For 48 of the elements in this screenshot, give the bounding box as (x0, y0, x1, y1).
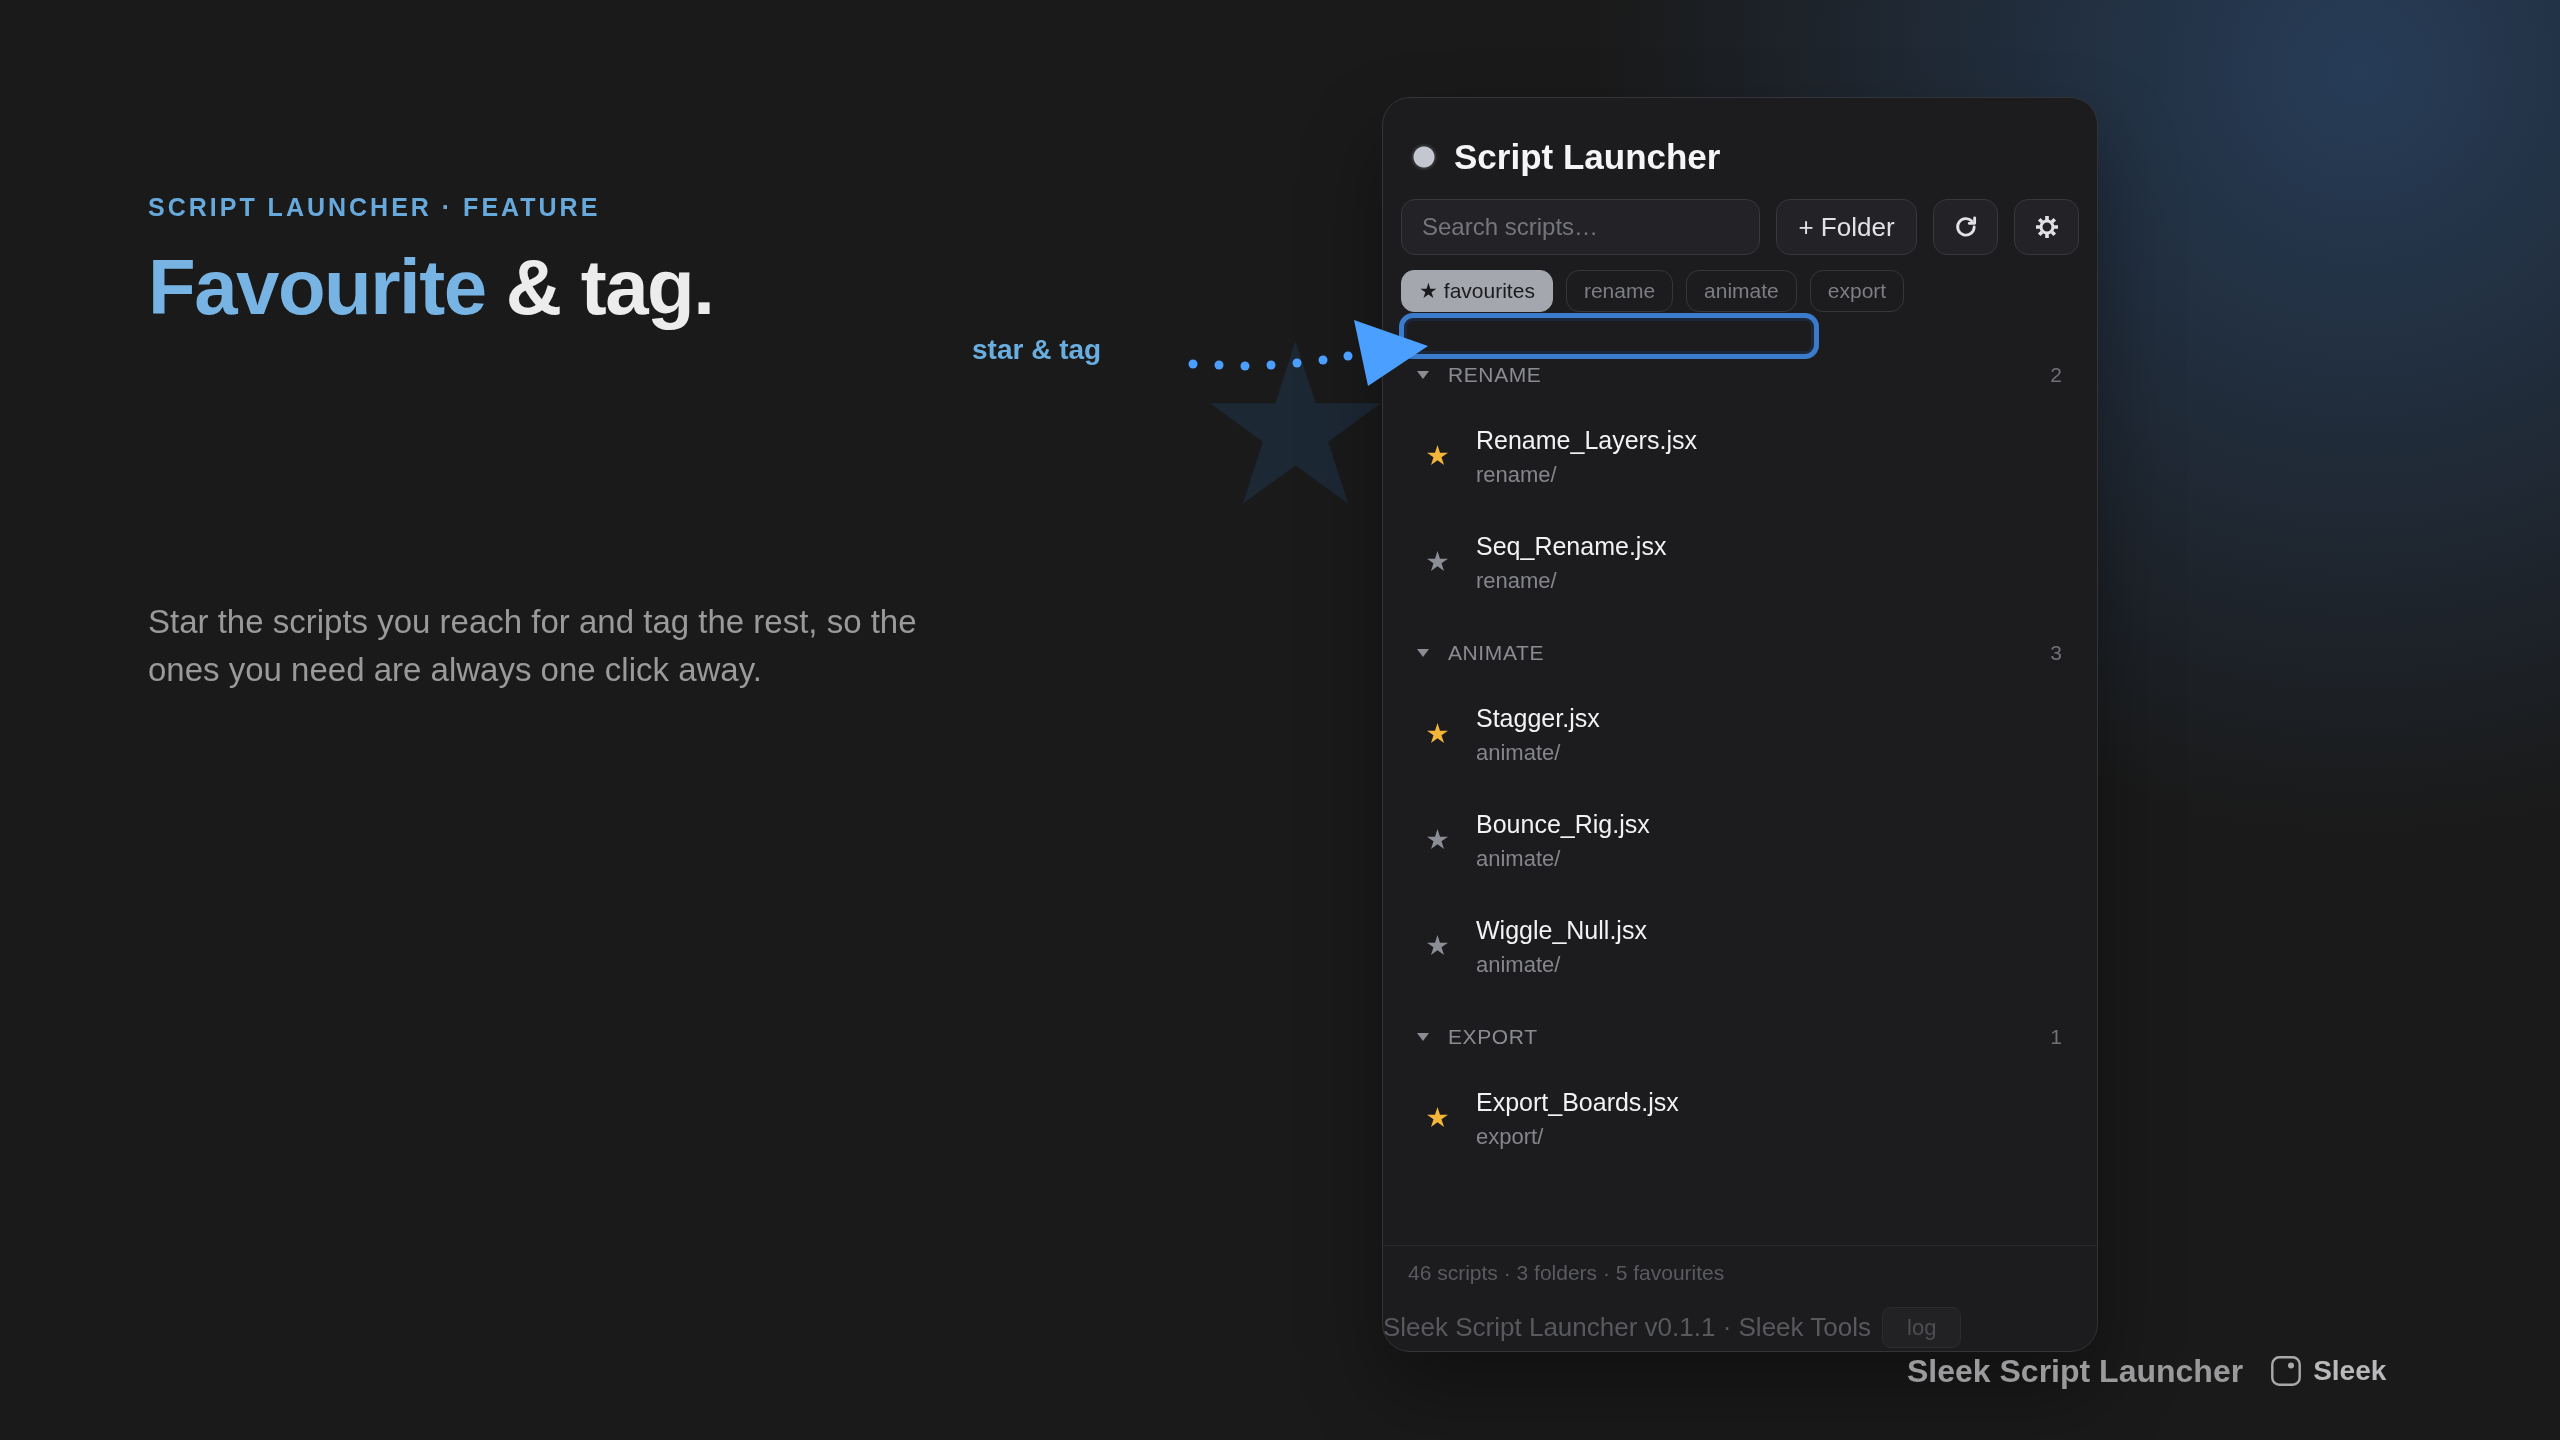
group-count: 1 (2050, 1025, 2062, 1049)
group-title: RENAME (1448, 363, 1542, 387)
star-icon[interactable] (1427, 445, 1448, 465)
group-count: 3 (2050, 641, 2062, 665)
script-name[interactable]: Stagger.jsx (1476, 698, 1600, 738)
script-path: export/ (1476, 1123, 1544, 1151)
refresh-icon (1954, 216, 1977, 238)
star-icon[interactable] (1427, 1107, 1448, 1127)
version-text: Sleek Script Launcher v0.1.1 · Sleek Tools (1383, 1312, 1871, 1343)
caret-icon[interactable] (1417, 371, 1429, 379)
script-name[interactable]: Rename_Layers.jsx (1476, 420, 1697, 460)
tag-chip[interactable]: ★ favourites (1401, 270, 1553, 312)
feature-description: Star the scripts you reach for and tag the rest, so the ones you need are always one click away. (148, 602, 918, 690)
script-name[interactable]: Seq_Rename.jsx (1476, 526, 1667, 566)
panel-title: Script Launcher (1454, 137, 1721, 177)
settings-icon (2035, 216, 2058, 238)
script-path: animate/ (1476, 845, 1561, 873)
script-path: rename/ (1476, 567, 1557, 595)
brand-name: Sleek (2313, 1354, 2387, 1388)
tag-chip[interactable]: animate (1686, 270, 1797, 312)
tag-chip[interactable]: rename (1565, 270, 1674, 312)
caret-icon[interactable] (1417, 649, 1429, 657)
logo-icon (2271, 1356, 2302, 1386)
status-text: 46 scripts · 3 folders · 5 favourites (1407, 1260, 1725, 1286)
star-icon[interactable] (1427, 551, 1448, 571)
script-name[interactable]: Bounce_Rig.jsx (1476, 804, 1650, 844)
add-folder-button[interactable]: + Folder (1776, 199, 1917, 255)
feature-heading: Favourite & tag. (148, 244, 714, 330)
group-count: 2 (2050, 363, 2062, 387)
star-icon[interactable] (1427, 829, 1448, 849)
star-icon[interactable] (1427, 723, 1448, 743)
script-path: animate/ (1476, 951, 1561, 979)
callout-label: star & tag (972, 333, 1102, 367)
group-title: ANIMATE (1448, 641, 1544, 665)
script-path: animate/ (1476, 739, 1561, 767)
tag-chip[interactable]: export (1809, 270, 1905, 312)
script-name[interactable]: Wiggle_Null.jsx (1476, 910, 1647, 950)
status-dot-icon (1410, 143, 1438, 171)
settings-button[interactable] (2014, 199, 2079, 255)
script-path: rename/ (1476, 461, 1557, 489)
refresh-button[interactable] (1933, 199, 1998, 255)
search-field[interactable]: Search scripts… (1401, 199, 1760, 255)
eyebrow-label: SCRIPT LAUNCHER · FEATURE (148, 192, 601, 223)
group-title: EXPORT (1448, 1025, 1538, 1049)
product-name: Sleek Script Launcher (1907, 1353, 2244, 1389)
star-icon[interactable] (1427, 935, 1448, 955)
caret-icon[interactable] (1417, 1033, 1429, 1041)
script-name[interactable]: Export_Boards.jsx (1476, 1082, 1679, 1122)
